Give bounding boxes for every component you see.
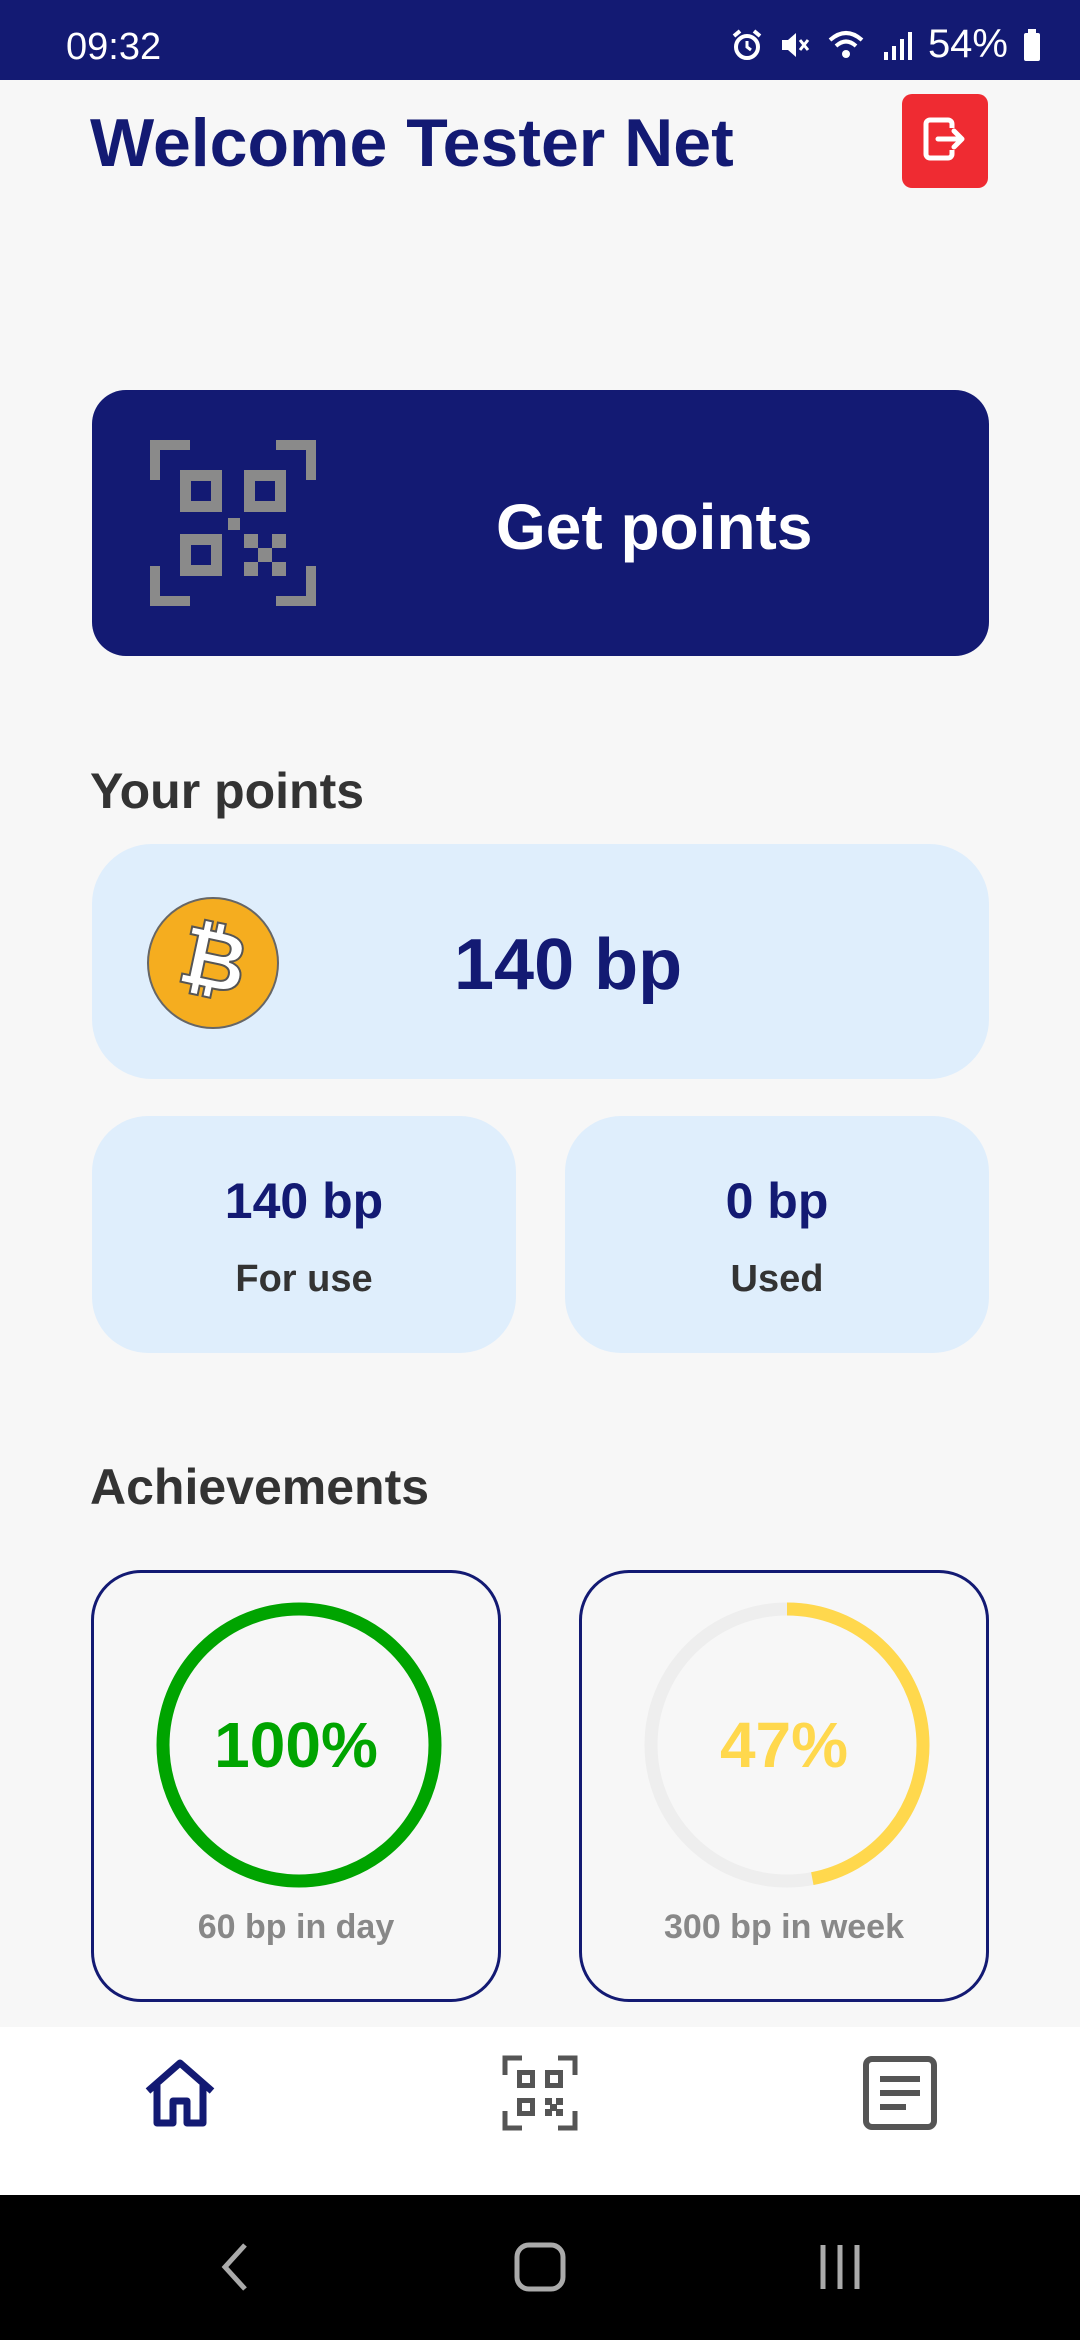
achievement-week-label: 300 bp in week xyxy=(664,1908,904,1946)
used-card: 0 bp Used xyxy=(565,1116,989,1353)
used-value: 0 bp xyxy=(725,1173,829,1229)
system-nav-bar xyxy=(0,2195,1080,2340)
achievement-week-card: 47% 300 bp in week xyxy=(579,1570,989,2002)
for-use-value: 140 bp xyxy=(224,1173,384,1229)
status-time: 09:32 xyxy=(66,26,162,68)
used-label: Used xyxy=(730,1258,824,1300)
signal-icon xyxy=(880,28,914,62)
battery-icon xyxy=(1022,28,1042,62)
bitcoin-icon: ₿ xyxy=(146,896,280,1035)
qr-code-icon xyxy=(150,440,316,611)
your-points-heading: Your points xyxy=(90,763,365,819)
alarm-icon xyxy=(730,28,764,62)
for-use-card: 140 bp For use xyxy=(92,1116,516,1353)
home-button-icon[interactable] xyxy=(512,2237,568,2302)
achievement-day-percent: 100% xyxy=(214,1709,378,1781)
total-points-card: ₿ 140 bp xyxy=(92,844,989,1079)
battery-percent: 54% xyxy=(927,22,1008,66)
for-use-label: For use xyxy=(235,1258,373,1300)
get-points-button[interactable]: Get points xyxy=(92,390,989,656)
logout-button[interactable] xyxy=(902,94,988,188)
achievement-day-label: 60 bp in day xyxy=(197,1908,395,1946)
achievement-day-card: 100% 60 bp in day xyxy=(91,1570,501,2002)
welcome-title: Welcome Tester Net xyxy=(90,105,734,181)
back-icon[interactable] xyxy=(215,2237,255,2302)
bottom-nav xyxy=(0,2027,1080,2195)
total-points-value: 140 bp xyxy=(454,925,683,1005)
logout-icon xyxy=(922,116,968,167)
mute-icon xyxy=(778,28,812,62)
achievement-week-percent: 47% xyxy=(719,1709,849,1781)
qr-scan-icon[interactable] xyxy=(502,2055,578,2136)
home-icon[interactable] xyxy=(142,2055,218,2136)
wifi-icon xyxy=(826,28,866,62)
status-icons: 54% xyxy=(730,22,1042,67)
recents-icon[interactable] xyxy=(815,2237,865,2302)
get-points-label: Get points xyxy=(496,491,813,563)
history-icon[interactable] xyxy=(862,2055,938,2136)
status-bar: 09:32 54% xyxy=(0,0,1080,80)
achievements-heading: Achievements xyxy=(90,1459,430,1515)
